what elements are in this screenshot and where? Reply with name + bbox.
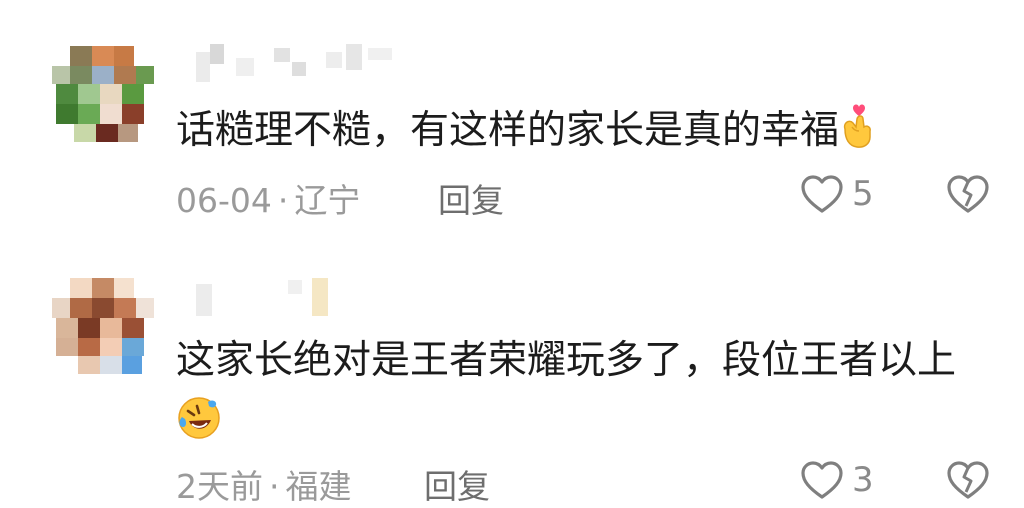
rolling-laughing-emoji-icon [176, 395, 222, 460]
dislike-button[interactable] [946, 460, 990, 504]
avatar[interactable] [48, 46, 156, 142]
broken-heart-icon [947, 461, 989, 499]
comment-meta: 06-04 · 辽宁 [176, 174, 360, 222]
heart-outline-icon [801, 175, 843, 213]
like-button[interactable]: 3 [800, 460, 874, 500]
separator-dot: · [277, 181, 289, 220]
comment-text: 话糙理不糙，有这样的家长是真的幸福 [176, 100, 984, 168]
comment-text-body: 话糙理不糙，有这样的家长是真的幸福 [176, 108, 840, 153]
comment-meta: 2天前 · 福建 [176, 460, 352, 508]
reply-button[interactable]: 回复 [438, 174, 504, 222]
comment-location: 福建 [285, 467, 352, 506]
comment-date: 2天前 [176, 467, 263, 506]
separator-dot: · [269, 467, 280, 506]
comment-text: 这家长绝对是王者荣耀玩多了，段位王者以上 [176, 330, 976, 460]
comment-location: 辽宁 [294, 181, 361, 220]
heart-outline-icon [801, 461, 843, 499]
broken-heart-icon [947, 175, 989, 213]
username-blurred[interactable] [196, 278, 356, 316]
dislike-button[interactable] [946, 174, 990, 218]
comment-text-body: 这家长绝对是王者荣耀玩多了，段位王者以上 [176, 338, 957, 383]
comment-date: 06-04 [176, 181, 272, 220]
like-button[interactable]: 5 [800, 174, 874, 214]
like-count: 3 [852, 460, 874, 500]
like-count: 5 [852, 174, 874, 214]
finger-heart-emoji-icon [839, 103, 877, 168]
avatar[interactable] [48, 278, 156, 374]
reply-button[interactable]: 回复 [424, 460, 490, 508]
username-blurred[interactable] [196, 44, 416, 82]
